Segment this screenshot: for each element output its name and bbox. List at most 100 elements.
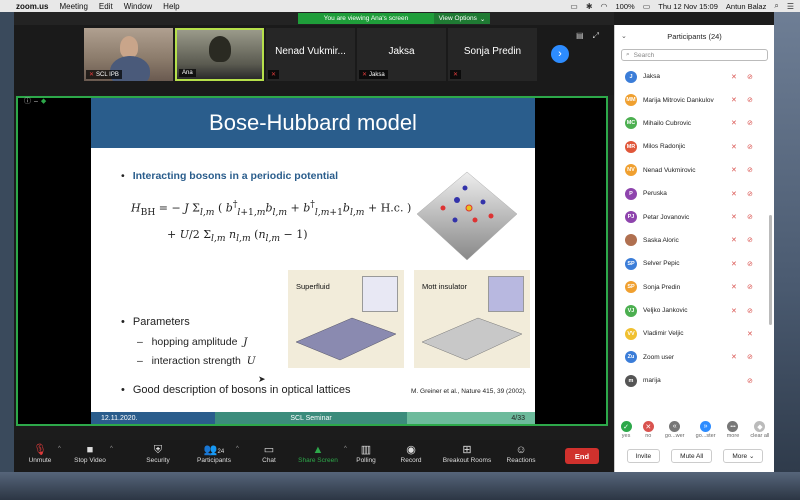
participant-search[interactable]: ⌕ Search bbox=[621, 49, 768, 61]
security-button[interactable]: ⛨ Security bbox=[140, 443, 176, 464]
mic-muted-icon: 🎙 bbox=[33, 444, 47, 456]
user-name[interactable]: Antun Balaz bbox=[726, 2, 766, 11]
bluetooth-icon[interactable]: ✱ bbox=[586, 2, 593, 11]
desktop-dock-area bbox=[0, 472, 800, 500]
participant-row[interactable]: VV Vladimir Veljic ✕ bbox=[615, 322, 774, 345]
thumb-ana[interactable]: Ana bbox=[175, 28, 264, 81]
mic-muted-icon: ✕ bbox=[731, 143, 737, 151]
x-icon: ✕ bbox=[642, 421, 654, 432]
unmute-button[interactable]: 🎙 Unmute bbox=[24, 443, 56, 464]
thumb-scl-ipb[interactable]: ✕ SCL IPB bbox=[84, 28, 173, 81]
next-page-button[interactable]: › bbox=[551, 45, 569, 63]
reaction-yes[interactable]: ✓ yes bbox=[620, 421, 632, 447]
participant-row[interactable]: SP Selver Pepic ✕ ⊘ bbox=[615, 252, 774, 275]
clear-icon: ◆ bbox=[754, 421, 766, 432]
share-options-caret[interactable]: ^ bbox=[344, 446, 347, 452]
end-meeting-button[interactable]: End bbox=[565, 448, 599, 464]
participant-row[interactable]: Saska Aloric ✕ ⊘ bbox=[615, 229, 774, 252]
participant-row[interactable]: P Peruska ✕ ⊘ bbox=[615, 182, 774, 205]
clock[interactable]: Thu 12 Nov 15:09 bbox=[658, 2, 718, 11]
stop-video-button[interactable]: ■ Stop Video bbox=[70, 443, 110, 464]
avatar: SP bbox=[625, 281, 637, 294]
superfluid-label: Superfluid bbox=[296, 282, 330, 291]
audio-options-caret[interactable]: ^ bbox=[58, 446, 61, 452]
video-thumbnail-strip: ✕ SCL IPB Ana Nenad Vukmir... ✕ Jaksa ✕ Ja… bbox=[14, 25, 614, 95]
mic-muted-icon: ✕ bbox=[731, 167, 737, 175]
mic-muted-icon: ✕ bbox=[271, 72, 277, 78]
boson-marker bbox=[452, 217, 458, 223]
reaction-go-faster[interactable]: » go...ster bbox=[696, 421, 716, 447]
view-options-button[interactable]: View Options ⌄ bbox=[434, 13, 490, 24]
nonverbal-feedback: ✓ yes ✕ no « go...wer » go...ster ••• mo… bbox=[615, 421, 774, 447]
dash-icon: – bbox=[34, 97, 38, 105]
polling-icon: ▥ bbox=[360, 444, 372, 456]
mute-all-button[interactable]: Mute All bbox=[671, 449, 713, 463]
video-off-icon: ⊘ bbox=[747, 143, 753, 151]
chat-button[interactable]: ▭ Chat bbox=[254, 443, 284, 464]
search-icon[interactable]: ⌕ bbox=[774, 1, 778, 11]
participant-list-scrollbar[interactable] bbox=[769, 215, 772, 325]
participant-row[interactable]: MR Milos Radonjic ✕ ⊘ bbox=[615, 135, 774, 158]
participant-row[interactable]: VJ Veljko Jankovic ✕ ⊘ bbox=[615, 299, 774, 322]
menu-help[interactable]: Help bbox=[163, 2, 179, 11]
shield-icon[interactable]: ◆ bbox=[41, 97, 46, 105]
participant-name: Mihailo Cubrovic bbox=[643, 119, 692, 127]
participants-button[interactable]: 👥24 Participants bbox=[192, 443, 236, 464]
participants-icon: 👥24 bbox=[203, 444, 225, 456]
participant-name: Marija Mitrovic Dankulov bbox=[643, 96, 714, 104]
chat-icon: ▭ bbox=[263, 444, 275, 456]
mic-muted-icon: ✕ bbox=[731, 120, 737, 128]
participant-row[interactable]: MM Marija Mitrovic Dankulov ✕ ⊘ bbox=[615, 88, 774, 111]
footer-center: SCL Seminar bbox=[215, 412, 407, 424]
mic-muted-icon: ✕ bbox=[731, 284, 737, 292]
participant-row[interactable]: Zu Zoom user ✕ ⊘ bbox=[615, 346, 774, 369]
wifi-icon[interactable]: ◠ bbox=[601, 2, 608, 11]
info-icon[interactable]: ⓘ bbox=[24, 96, 31, 106]
participants-caret[interactable]: ^ bbox=[236, 446, 239, 452]
menu-meeting[interactable]: Meeting bbox=[59, 2, 87, 11]
invite-button[interactable]: Invite bbox=[626, 449, 661, 463]
menu-window[interactable]: Window bbox=[124, 2, 152, 11]
thumb-jaksa[interactable]: Jaksa ✕ Jaksa bbox=[357, 28, 446, 81]
reaction-go-slower[interactable]: « go...wer bbox=[665, 421, 685, 447]
thumb-sonja[interactable]: Sonja Predin ✕ bbox=[448, 28, 537, 81]
mic-muted-icon: ✕ bbox=[731, 260, 737, 268]
participant-row[interactable]: m marija ⊘ bbox=[615, 369, 774, 392]
reaction-no[interactable]: ✕ no bbox=[642, 421, 654, 447]
menu-app[interactable]: zoom.us bbox=[16, 2, 48, 11]
thumb-nenad[interactable]: Nenad Vukmir... ✕ bbox=[266, 28, 355, 81]
mott-insulator-surface bbox=[421, 317, 523, 361]
share-screen-button[interactable]: ▲ Share Screen bbox=[294, 443, 342, 464]
zoom-status-icon[interactable]: ▭ bbox=[570, 2, 578, 11]
mott-insulator-panel: Mott insulator bbox=[414, 270, 530, 368]
video-options-caret[interactable]: ^ bbox=[110, 446, 113, 452]
video-off-icon: ⊘ bbox=[747, 307, 753, 315]
participant-name: Jaksa bbox=[643, 73, 660, 81]
record-button[interactable]: ◉ Record bbox=[396, 443, 426, 464]
record-icon: ◉ bbox=[406, 444, 416, 456]
reactions-button[interactable]: ☺ Reactions bbox=[504, 443, 538, 464]
footer-page: 4/33 bbox=[407, 412, 535, 424]
menu-edit[interactable]: Edit bbox=[99, 2, 113, 11]
more-button[interactable]: More ⌄ bbox=[723, 449, 764, 463]
participant-row[interactable]: MC Mihailo Cubrovic ✕ ⊘ bbox=[615, 112, 774, 135]
share-status-icons: ⓘ – ◆ bbox=[24, 96, 46, 106]
reaction-clear-all[interactable]: ◆ clear all bbox=[750, 421, 769, 447]
participant-row[interactable]: NV Nenad Vukmirovic ✕ ⊘ bbox=[615, 159, 774, 182]
participant-row[interactable]: J Jaksa ✕ ⊘ bbox=[615, 65, 774, 88]
polling-button[interactable]: ▥ Polling bbox=[352, 443, 380, 464]
participant-row[interactable]: PJ Petar Jovanovic ✕ ⊘ bbox=[615, 205, 774, 228]
chevron-down-icon[interactable]: ⌄ bbox=[621, 32, 627, 40]
reaction-more[interactable]: ••• more bbox=[727, 421, 739, 447]
participant-list: J Jaksa ✕ ⊘ MM Marija Mitrovic Dankulov … bbox=[615, 65, 774, 392]
breakout-rooms-button[interactable]: ⊞ Breakout Rooms bbox=[440, 443, 494, 464]
video-off-icon: ⊘ bbox=[747, 377, 753, 385]
participant-name: marija bbox=[643, 377, 661, 385]
participant-row[interactable]: SP Sonja Predin ✕ ⊘ bbox=[615, 276, 774, 299]
mic-muted-icon: ✕ bbox=[731, 73, 737, 81]
gallery-icon[interactable]: ▤ bbox=[576, 31, 584, 41]
fullscreen-icon[interactable]: ⤢ bbox=[593, 31, 599, 41]
battery-icon[interactable]: ▭ bbox=[643, 2, 651, 11]
view-switch-icons: ▤ ⤢ bbox=[576, 31, 599, 41]
control-center-icon[interactable]: ☰ bbox=[787, 2, 794, 11]
